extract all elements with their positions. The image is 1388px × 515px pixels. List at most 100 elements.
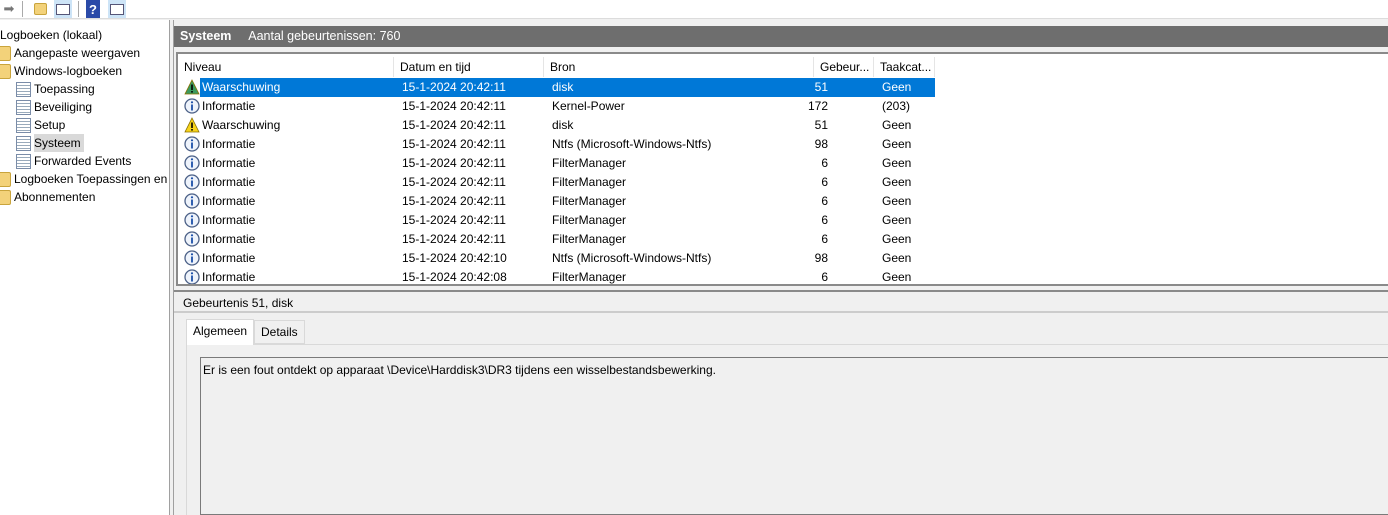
cell-task-category: (203) <box>882 99 911 113</box>
cell-event-id: 172 <box>807 99 828 113</box>
tree-item-label: Windows-logboeken <box>14 64 123 78</box>
table-row[interactable]: Informatie 15-1-2024 20:42:11 FilterManage… <box>180 173 935 192</box>
cell-event-id: 51 <box>814 118 828 132</box>
tree-item-systeem[interactable]: Systeem <box>16 134 84 152</box>
column-header-source[interactable]: Bron <box>544 57 814 77</box>
information-icon <box>184 98 200 114</box>
log-icon <box>16 153 31 169</box>
table-row[interactable]: Informatie 15-1-2024 20:42:11 FilterManage… <box>180 230 935 249</box>
table-row[interactable]: Informatie 15-1-2024 20:42:11 FilterManage… <box>180 192 935 211</box>
cell-source: Ntfs (Microsoft-Windows-Ntfs) <box>552 137 712 151</box>
information-icon <box>184 174 200 190</box>
information-icon <box>184 250 200 266</box>
forward-arrow-icon[interactable]: ➡ <box>0 0 18 18</box>
tree-item-toepassing[interactable]: Toepassing <box>16 80 95 98</box>
cell-event-id: 98 <box>814 251 828 265</box>
cell-date: 15-1-2024 20:42:11 <box>402 80 506 94</box>
log-icon <box>16 117 31 133</box>
column-header-date[interactable]: Datum en tijd <box>394 57 544 77</box>
information-icon <box>184 212 200 228</box>
cell-task-category: Geen <box>882 175 912 189</box>
cell-date: 15-1-2024 20:42:08 <box>402 270 507 284</box>
subscription-icon <box>0 189 11 205</box>
cell-source: FilterManager <box>552 156 627 170</box>
cell-source: FilterManager <box>552 194 627 208</box>
show-hide-actions-icon[interactable] <box>108 0 126 18</box>
table-row[interactable]: Informatie 15-1-2024 20:42:08 FilterManage… <box>180 268 935 284</box>
table-row[interactable]: Waarschuwing 15-1-2024 20:42:11 disk 51 Geen <box>180 116 935 135</box>
cell-level: Informatie <box>202 156 256 170</box>
event-message[interactable]: Er is een fout ontdekt op apparaat \Devi… <box>200 357 1388 515</box>
tree-item-label: Systeem <box>34 134 84 152</box>
log-icon <box>16 99 31 115</box>
cell-date: 15-1-2024 20:42:11 <box>402 137 506 151</box>
cell-source: Ntfs (Microsoft-Windows-Ntfs) <box>552 251 712 265</box>
table-row[interactable]: Informatie 15-1-2024 20:42:11 FilterManage… <box>180 211 935 230</box>
tree-item-setup[interactable]: Setup <box>16 116 65 134</box>
cell-event-id: 6 <box>821 156 828 170</box>
table-row[interactable]: Informatie 15-1-2024 20:42:11 Kernel-Power… <box>180 97 935 116</box>
cell-level: Informatie <box>202 213 256 227</box>
tab-general[interactable]: Algemeen <box>186 319 255 345</box>
column-header-task-category[interactable]: Taakcat... <box>874 57 935 77</box>
tree-item-label: Logboeken Toepassingen en <box>14 172 168 186</box>
cell-event-id: 51 <box>814 80 828 94</box>
table-row[interactable]: Informatie 15-1-2024 20:42:11 FilterManage… <box>180 154 935 173</box>
navigation-tree: Logboeken (lokaal) Aangepaste weergaven Wi… <box>0 20 170 515</box>
event-list: Niveau Datum en tijd Bron Gebeur... Taak… <box>176 52 1388 286</box>
warning-icon <box>184 79 200 95</box>
cell-event-id: 6 <box>821 175 828 189</box>
table-row[interactable]: Informatie 15-1-2024 20:42:10 Ntfs (Micros… <box>180 249 935 268</box>
event-count: Aantal gebeurtenissen: 760 <box>248 29 401 43</box>
information-icon <box>184 269 200 284</box>
tree-item-label: Forwarded Events <box>34 154 132 168</box>
toolbar-separator <box>78 1 79 17</box>
cell-level: Waarschuwing <box>202 80 281 94</box>
log-icon <box>16 81 31 97</box>
toolbar-separator <box>22 1 23 17</box>
cell-source: FilterManager <box>552 232 627 246</box>
cell-source: disk <box>552 118 574 132</box>
tree-item-label: Aangepaste weergaven <box>14 46 141 60</box>
cell-source: FilterManager <box>552 213 627 227</box>
cell-task-category: Geen <box>882 156 912 170</box>
tree-item-aangepaste-weergaven[interactable]: Aangepaste weergaven <box>0 44 140 62</box>
cell-level: Informatie <box>202 251 256 265</box>
tree-item-beveiliging[interactable]: Beveiliging <box>16 98 92 116</box>
tree-item-label: Beveiliging <box>34 100 93 114</box>
cell-task-category: Geen <box>882 80 912 94</box>
tree-item-label: Abonnementen <box>14 190 96 204</box>
help-icon[interactable]: ? <box>86 0 100 18</box>
tab-details[interactable]: Details <box>254 320 305 344</box>
cell-level: Informatie <box>202 232 256 246</box>
pane-splitter[interactable] <box>171 20 174 515</box>
tree-item-windows-logboeken[interactable]: Windows-logboeken <box>0 62 122 80</box>
cell-task-category: Geen <box>882 232 912 246</box>
cell-level: Informatie <box>202 99 256 113</box>
cell-date: 15-1-2024 20:42:11 <box>402 118 506 132</box>
folder-up-icon[interactable] <box>31 0 49 18</box>
table-row[interactable]: Waarschuwing 15-1-2024 20:42:11 disk 51 Geen <box>180 78 935 97</box>
show-hide-tree-icon[interactable] <box>54 0 72 18</box>
cell-source: FilterManager <box>552 270 627 284</box>
tree-item-forwarded-events[interactable]: Forwarded Events <box>16 152 131 170</box>
cell-date: 15-1-2024 20:42:11 <box>402 156 506 170</box>
cell-level: Informatie <box>202 194 256 208</box>
cell-source: FilterManager <box>552 175 627 189</box>
column-header-level[interactable]: Niveau <box>178 57 394 77</box>
tree-item-logboeken-toepassingen-en[interactable]: Logboeken Toepassingen en <box>0 170 167 188</box>
tree-item-abonnementen[interactable]: Abonnementen <box>0 188 95 206</box>
cell-task-category: Geen <box>882 251 912 265</box>
log-title: Systeem <box>180 29 232 43</box>
cell-level: Waarschuwing <box>202 118 281 132</box>
cell-task-category: Geen <box>882 118 912 132</box>
column-header-event-id[interactable]: Gebeur... <box>814 57 874 77</box>
information-icon <box>184 136 200 152</box>
filter-folder-icon <box>0 45 11 61</box>
tree-item-logboeken-lokaal[interactable]: Logboeken (lokaal) <box>0 26 102 44</box>
cell-event-id: 6 <box>821 232 828 246</box>
information-icon <box>184 155 200 171</box>
cell-task-category: Geen <box>882 213 912 227</box>
cell-date: 15-1-2024 20:42:11 <box>402 213 506 227</box>
table-row[interactable]: Informatie 15-1-2024 20:42:11 Ntfs (Micros… <box>180 135 935 154</box>
